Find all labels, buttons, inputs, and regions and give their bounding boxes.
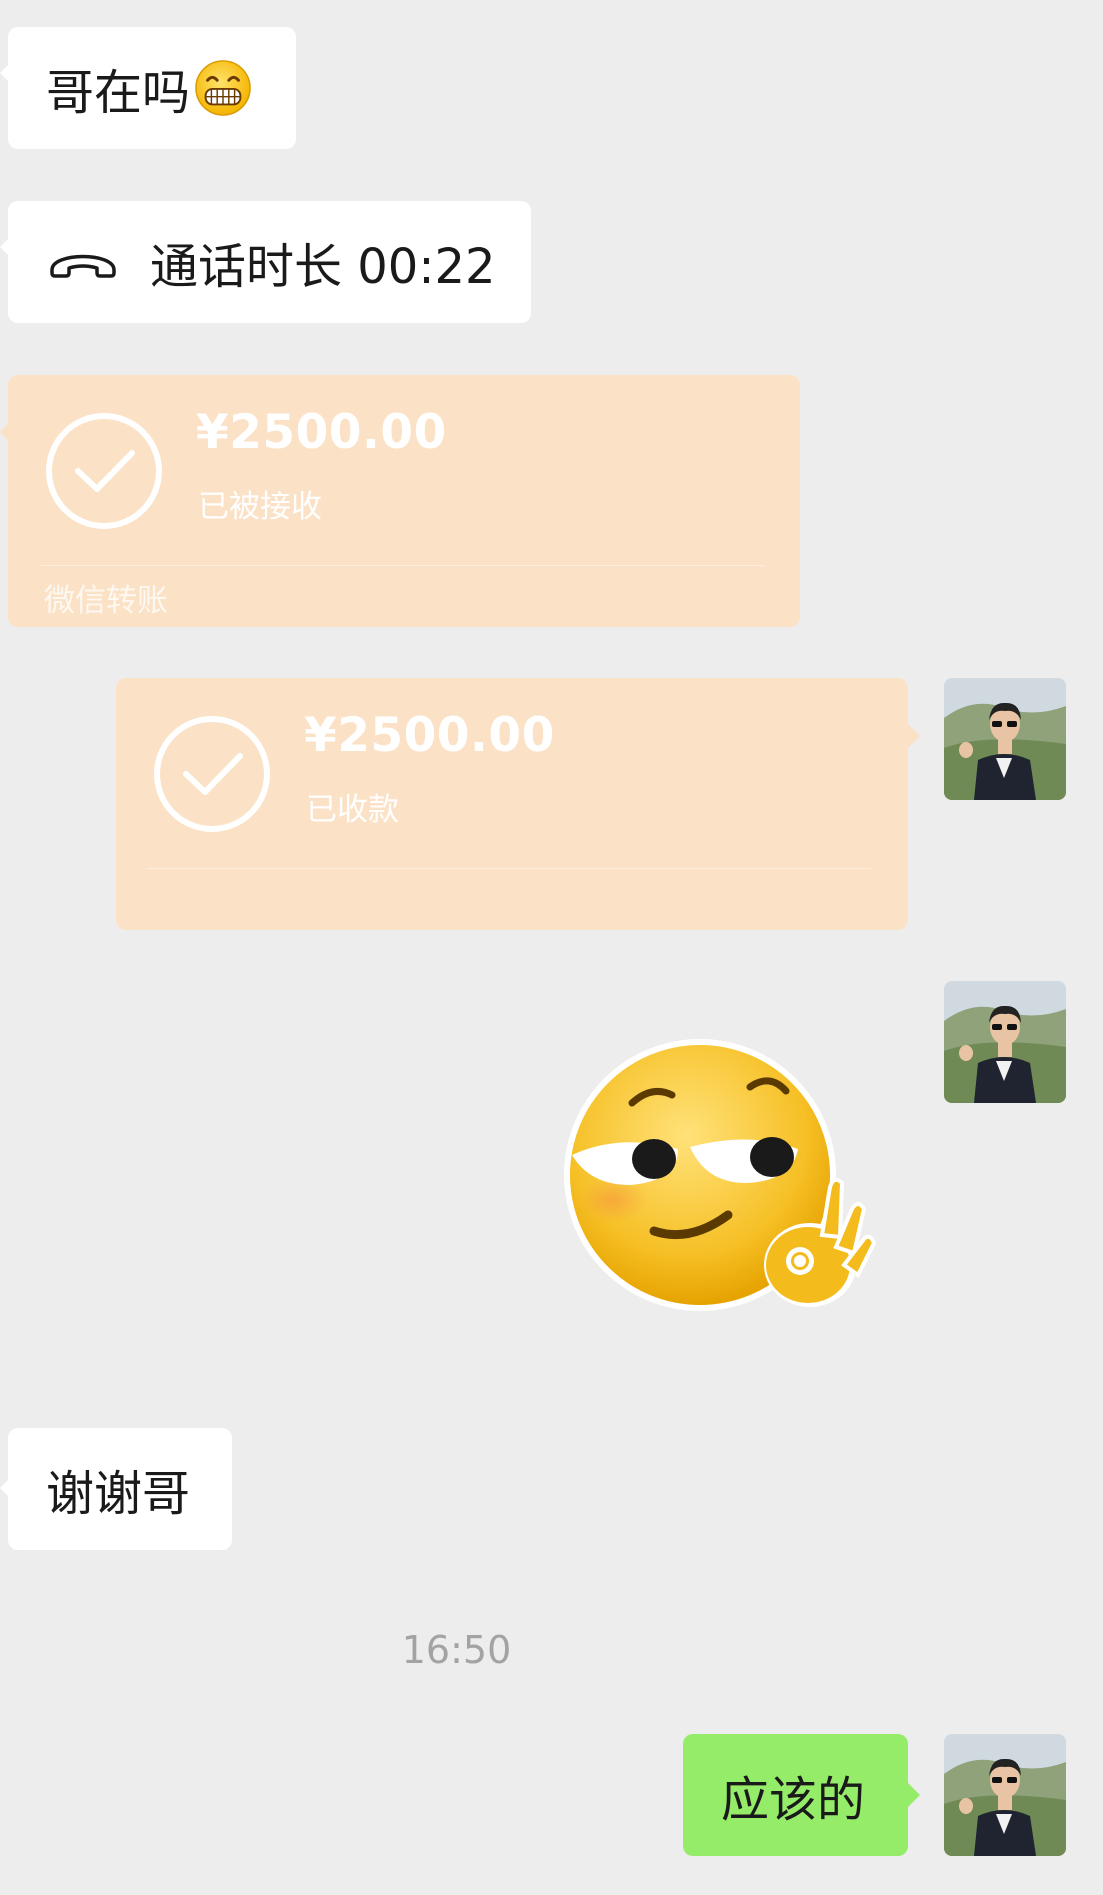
avatar[interactable] [944,678,1066,800]
message-bubble-call[interactable]: 通话时长 00:22 [8,201,531,323]
transfer-card-received[interactable]: ¥2500.00 已被接收 微信转账 [8,375,800,627]
phone-hangup-icon [50,254,116,278]
bubble-tail [908,1783,920,1807]
user-avatar-image [944,1734,1066,1856]
transfer-status: 已被接收 [198,489,322,525]
chat-timestamp: 16:50 [401,1628,512,1672]
message-bubble-thanks[interactable]: 谢谢哥 [8,1428,232,1550]
smirk-ok-hand-sticker[interactable] [560,1035,880,1325]
avatar[interactable] [944,1734,1066,1856]
avatar[interactable] [944,981,1066,1103]
transfer-source-label: 微信转账 [44,583,168,619]
grinning-face-icon [195,60,251,116]
message-text: 哥在吗 [46,65,191,121]
message-bubble-reply[interactable]: 应该的 [683,1734,908,1856]
transfer-amount: ¥2500.00 [196,405,447,460]
user-avatar-image [944,678,1066,800]
message-bubble-greeting[interactable]: 哥在吗 [8,27,296,149]
message-text: 谢谢哥 [46,1466,191,1522]
card-divider [148,868,872,869]
transfer-status: 已收款 [306,792,399,828]
call-duration-text: 通话时长 00:22 [150,239,496,295]
user-avatar-image [944,981,1066,1103]
transfer-amount: ¥2500.00 [304,708,555,763]
transfer-card-sent[interactable]: ¥2500.00 已收款 [116,678,908,930]
bubble-tail [908,724,920,748]
check-circle-icon [46,413,162,529]
card-divider [40,565,764,566]
message-text: 应该的 [721,1772,866,1828]
check-circle-icon [154,716,270,832]
